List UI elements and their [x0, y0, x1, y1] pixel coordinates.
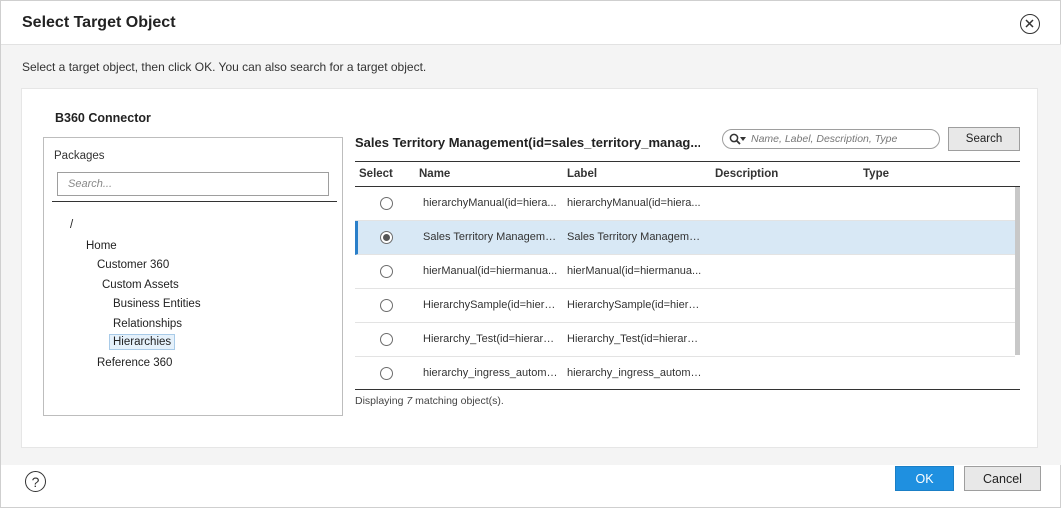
- cell-name: HierarchySample(id=hiera...: [423, 299, 559, 311]
- select-target-object-dialog: Select Target Object Select a target obj…: [0, 0, 1061, 508]
- column-header-select[interactable]: Select: [359, 168, 393, 180]
- cell-name: hierManual(id=hiermanua...: [423, 265, 558, 277]
- cell-name: Sales Territory Manageme...: [423, 231, 559, 243]
- table-row[interactable]: hierarchy_ingress_automa... hierarchy_in…: [355, 357, 1015, 391]
- row-select-radio[interactable]: [380, 231, 393, 244]
- packages-divider: [52, 201, 337, 202]
- cell-label: hierManual(id=hiermanua...: [567, 265, 702, 277]
- selected-object-heading: Sales Territory Management(id=sales_terr…: [355, 135, 700, 150]
- grid-top-border: [355, 161, 1020, 162]
- row-select-radio[interactable]: [380, 299, 393, 312]
- table-row[interactable]: hierarchyManual(id=hiera... hierarchyMan…: [355, 187, 1015, 221]
- help-icon: ?: [31, 473, 40, 490]
- title-bar: Select Target Object: [1, 1, 1061, 45]
- status-count: 7: [406, 395, 413, 407]
- cell-name: hierarchyManual(id=hiera...: [423, 197, 557, 209]
- grid-scrollbar[interactable]: [1015, 187, 1020, 355]
- cell-label: HierarchySample(id=hiera...: [567, 299, 703, 311]
- row-select-radio[interactable]: [380, 265, 393, 278]
- cell-label: hierarchyManual(id=hiera...: [567, 197, 701, 209]
- packages-search-input[interactable]: [57, 172, 329, 196]
- table-row[interactable]: HierarchySample(id=hiera... HierarchySam…: [355, 289, 1015, 323]
- grid-bottom-border: [355, 389, 1020, 390]
- help-button[interactable]: ?: [25, 471, 46, 492]
- object-search-input[interactable]: [751, 131, 936, 147]
- tree-item-reference-360[interactable]: Reference 360: [97, 357, 172, 369]
- table-row[interactable]: hierManual(id=hiermanua... hierManual(id…: [355, 255, 1015, 289]
- connector-title: B360 Connector: [55, 111, 151, 125]
- tree-item-customer-360[interactable]: Customer 360: [97, 259, 169, 271]
- cell-label: hierarchy_ingress_automa...: [567, 367, 703, 379]
- close-button[interactable]: [1020, 14, 1040, 34]
- matching-objects-status: Displaying 7 matching object(s).: [355, 395, 504, 407]
- tree-item-business-entities[interactable]: Business Entities: [113, 298, 201, 310]
- radio-selected-dot: [383, 234, 390, 241]
- cancel-button[interactable]: Cancel: [964, 466, 1041, 491]
- status-prefix: Displaying: [355, 395, 404, 407]
- ok-button[interactable]: OK: [895, 466, 954, 491]
- cell-label: Sales Territory Manageme...: [567, 231, 703, 243]
- packages-label: Packages: [54, 150, 105, 162]
- tree-item-home[interactable]: Home: [86, 240, 117, 252]
- cell-name: hierarchy_ingress_automa...: [423, 367, 559, 379]
- instructions-text: Select a target object, then click OK. Y…: [22, 60, 427, 74]
- column-header-type[interactable]: Type: [863, 168, 889, 180]
- tree-item-root[interactable]: /: [70, 219, 73, 231]
- tree-item-hierarchies[interactable]: Hierarchies: [109, 334, 176, 350]
- status-suffix: matching object(s).: [415, 395, 504, 407]
- close-icon: [1025, 19, 1034, 28]
- dialog-title: Select Target Object: [22, 14, 176, 31]
- tree-item-relationships[interactable]: Relationships: [113, 318, 182, 330]
- chevron-down-icon[interactable]: [740, 137, 746, 141]
- search-button[interactable]: Search: [948, 127, 1020, 151]
- object-search-box[interactable]: [722, 129, 940, 149]
- table-row[interactable]: Sales Territory Manageme... Sales Territ…: [355, 221, 1015, 255]
- column-header-description[interactable]: Description: [715, 168, 778, 180]
- tree-item-custom-assets[interactable]: Custom Assets: [102, 279, 179, 291]
- cell-label: Hierarchy_Test(id=hierarch...: [567, 333, 703, 345]
- table-row[interactable]: Hierarchy_Test(id=hierarch... Hierarchy_…: [355, 323, 1015, 357]
- row-select-radio[interactable]: [380, 367, 393, 380]
- column-header-label[interactable]: Label: [567, 168, 597, 180]
- column-header-name[interactable]: Name: [419, 168, 450, 180]
- row-select-radio[interactable]: [380, 197, 393, 210]
- cell-name: Hierarchy_Test(id=hierarch...: [423, 333, 559, 345]
- row-select-radio[interactable]: [380, 333, 393, 346]
- packages-panel: Packages: [43, 137, 343, 416]
